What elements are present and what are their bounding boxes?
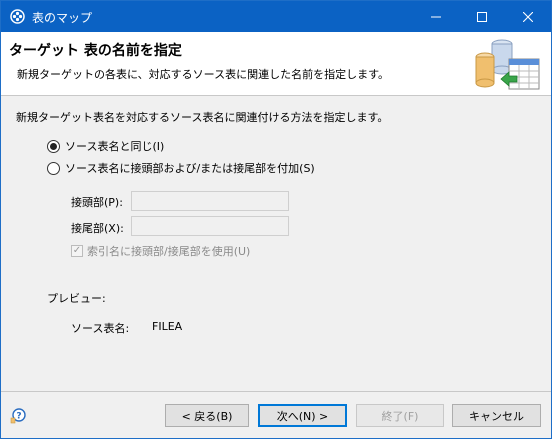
svg-text:?: ? bbox=[16, 412, 21, 422]
instruction-text: 新規ターゲット表名を対応するソース表名に関連付ける方法を指定します。 bbox=[16, 111, 389, 124]
suffix-input[interactable] bbox=[131, 216, 289, 236]
preview-source-value: FILEA bbox=[152, 320, 183, 333]
close-button[interactable] bbox=[505, 1, 551, 32]
wizard-window: 表のマップ ターゲット 表の名前を指定 新規ターゲットの各表に、対応するソース表… bbox=[0, 0, 552, 439]
window-title: 表のマップ bbox=[32, 11, 93, 25]
suffix-label: 接尾部(X): bbox=[71, 222, 124, 235]
add-prefix-suffix-option[interactable]: ソース表名に接頭部および/または接尾部を付加(S) bbox=[47, 160, 315, 176]
minimize-button[interactable] bbox=[413, 1, 459, 32]
use-for-index-label: 索引名に接頭部/接尾部を使用(U) bbox=[87, 245, 251, 258]
finish-button[interactable]: 終了(F) bbox=[356, 404, 444, 427]
preview-label: プレビュー: bbox=[47, 292, 106, 305]
table-map-wizard-image bbox=[475, 39, 540, 90]
next-button[interactable]: 次へ(N) > bbox=[258, 404, 347, 427]
same-as-source-label: ソース表名と同じ(I) bbox=[65, 140, 165, 153]
wizard-header: ターゲット 表の名前を指定 新規ターゲットの各表に、対応するソース表に関連した名… bbox=[1, 32, 551, 96]
same-as-source-radio[interactable] bbox=[47, 139, 60, 153]
cancel-button[interactable]: キャンセル bbox=[452, 404, 541, 427]
prefix-input[interactable] bbox=[131, 191, 289, 211]
close-icon bbox=[523, 11, 533, 22]
maximize-icon bbox=[477, 11, 487, 22]
page-description: 新規ターゲットの各表に、対応するソース表に関連した名前を指定します。 bbox=[17, 68, 390, 81]
app-icon bbox=[10, 9, 25, 24]
prefix-label: 接頭部(P): bbox=[71, 196, 123, 209]
preview-source-label: ソース表名: bbox=[71, 322, 130, 335]
maximize-button[interactable] bbox=[459, 1, 505, 32]
use-for-index-option[interactable]: ✓ 索引名に接頭部/接尾部を使用(U) bbox=[71, 243, 250, 259]
title-bar[interactable]: 表のマップ bbox=[1, 1, 551, 32]
footer-divider bbox=[1, 391, 551, 392]
help-icon[interactable]: ? bbox=[10, 408, 26, 424]
add-prefix-suffix-label: ソース表名に接頭部および/または接尾部を付加(S) bbox=[65, 162, 315, 175]
page-title: ターゲット 表の名前を指定 bbox=[9, 43, 182, 59]
use-for-index-checkbox[interactable]: ✓ bbox=[71, 245, 83, 257]
back-button[interactable]: < 戻る(B) bbox=[165, 404, 249, 427]
add-prefix-suffix-radio[interactable] bbox=[47, 161, 60, 175]
minimize-icon bbox=[431, 16, 441, 17]
same-as-source-option[interactable]: ソース表名と同じ(I) bbox=[47, 138, 164, 154]
